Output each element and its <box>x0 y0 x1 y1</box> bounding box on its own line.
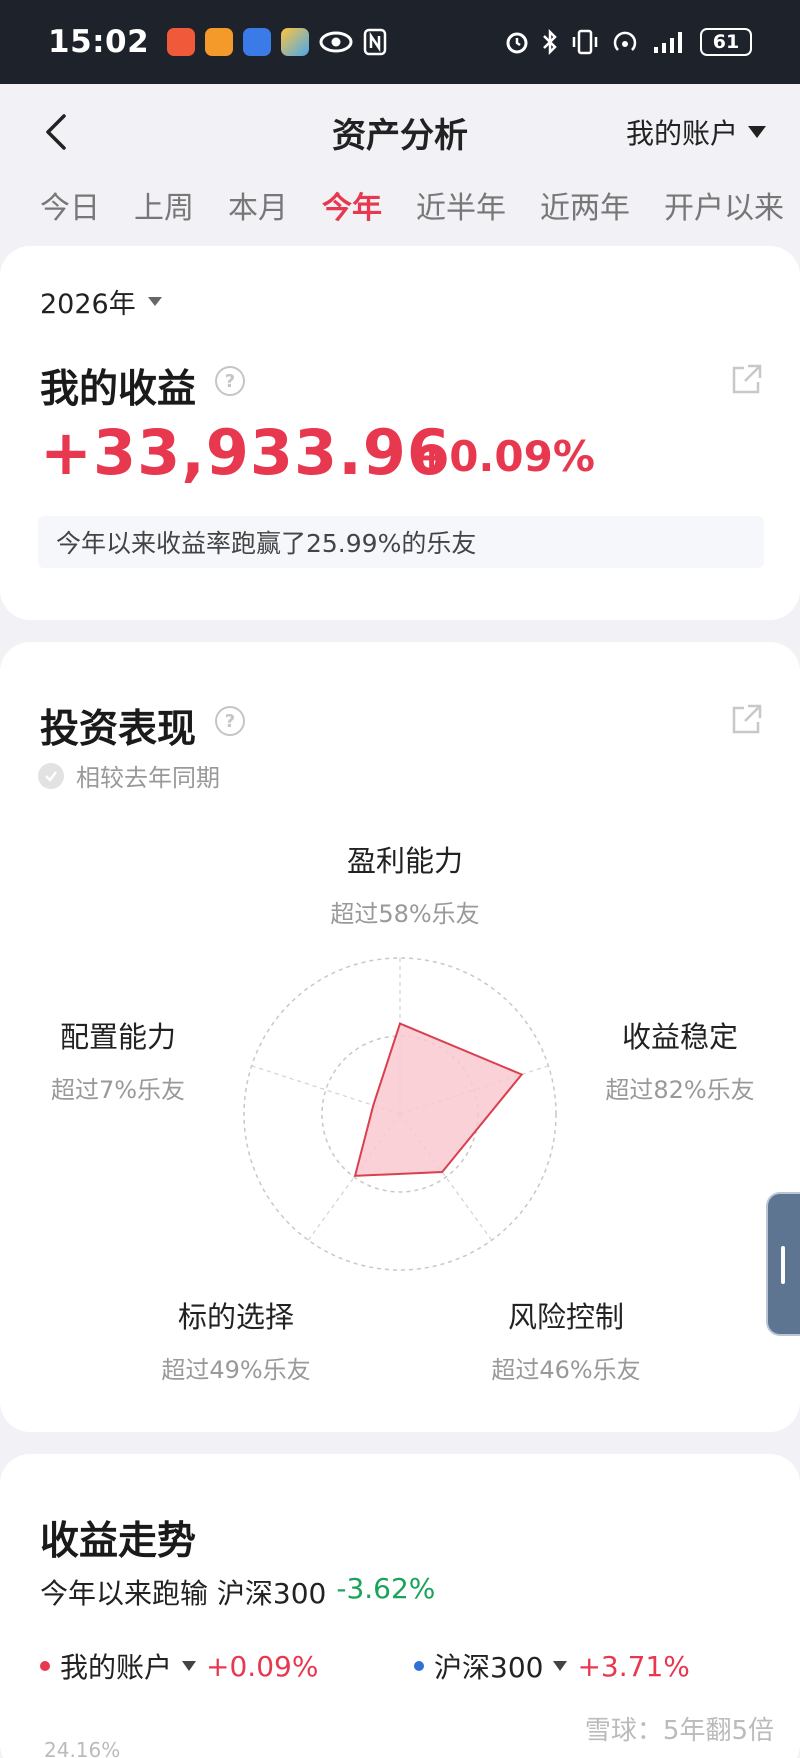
tab-this-year[interactable]: 今年 <box>322 183 382 227</box>
share-icon[interactable] <box>728 702 764 738</box>
caret-down-icon <box>748 126 766 138</box>
radar-score-polygon <box>353 1022 524 1177</box>
caret-down-icon <box>553 1661 568 1671</box>
browser-app-icon <box>243 28 272 56</box>
tab-two-years[interactable]: 近两年 <box>540 183 630 227</box>
period-tabs: 今日 上周 本月 今年 近半年 近两年 开户以来 <box>0 180 800 230</box>
account-selector-label: 我的账户 <box>625 117 738 150</box>
watermark: 雪球：5年翻5倍 <box>585 1710 774 1747</box>
nfc-icon <box>363 28 387 56</box>
signal-icon <box>654 32 682 53</box>
notification-app-icons <box>167 28 387 56</box>
beat-peers-banner: 今年以来收益率跑赢了25.99%的乐友 <box>38 516 764 568</box>
account-selector[interactable]: 我的账户 <box>626 112 766 152</box>
tab-last-week[interactable]: 上周 <box>134 183 194 227</box>
game-app-icon <box>281 28 310 56</box>
compare-last-year-toggle[interactable]: 相较去年同期 <box>38 758 220 793</box>
floating-side-handle[interactable] <box>766 1192 800 1336</box>
radar-dimension-name: 配置能力 <box>59 1020 176 1054</box>
watermark-text: 雪球：5年翻5倍 <box>584 1716 774 1746</box>
share-icon[interactable] <box>728 362 764 398</box>
status-bar: 15:02 61 <box>0 0 800 84</box>
legend-value: +3.71% <box>577 1649 690 1683</box>
year-selector-label: 2026年 <box>40 289 136 320</box>
help-icon[interactable]: ? <box>215 706 245 736</box>
radar-dimension-name: 风险控制 <box>507 1300 624 1334</box>
battery-indicator: 61 <box>700 28 752 56</box>
earnings-title: 我的收益 <box>40 367 197 412</box>
legend-name: 我的账户 <box>60 1651 173 1684</box>
app-header: 资产分析 我的账户 <box>0 84 800 180</box>
radar-dimension-percentile: 超过46%乐友 <box>491 1356 641 1384</box>
hotspot-icon <box>613 31 637 51</box>
radar-chart <box>243 957 557 1271</box>
year-selector[interactable]: 2026年 <box>40 282 162 321</box>
legend-value: +0.09% <box>206 1649 319 1683</box>
earnings-percent: +0.09% <box>414 432 595 481</box>
tab-half-year[interactable]: 近半年 <box>416 183 506 227</box>
vibrate-icon <box>572 29 598 55</box>
legend-my-account[interactable]: 我的账户 +0.09% <box>40 1646 318 1686</box>
legend-name: 沪深300 <box>434 1651 544 1684</box>
performance-card: 投资表现 ? 相较去年同期 盈利能力 超过58%乐友 收益稳定 超过82%乐友 … <box>0 642 800 1432</box>
tab-today[interactable]: 今日 <box>40 183 100 227</box>
handle-grip-icon <box>781 1246 785 1284</box>
check-icon <box>38 762 64 789</box>
system-status-icons: 61 <box>504 28 752 56</box>
bank-app-icon <box>167 28 196 56</box>
trend-card: 收益走势 今年以来跑输 沪深300 -3.62% 我的账户 +0.09% 沪深3… <box>0 1454 800 1758</box>
chat-app-icon <box>205 28 234 56</box>
earnings-amount: +33,933.96 <box>40 416 452 489</box>
trend-title: 收益走势 <box>40 1519 197 1564</box>
legend-dot-icon <box>40 1661 50 1671</box>
legend-dot-icon <box>414 1661 424 1671</box>
radar-label-profitability: 盈利能力 超过58%乐友 <box>300 838 510 929</box>
beat-peers-text: 今年以来收益率跑赢了25.99%的乐友 <box>56 529 477 558</box>
legend-csi300[interactable]: 沪深300 +3.71% <box>414 1646 690 1686</box>
radar-dimension-percentile: 超过58%乐友 <box>330 900 480 928</box>
bluetooth-icon <box>543 28 557 56</box>
caret-down-icon <box>147 297 162 306</box>
radar-dimension-name: 标的选择 <box>177 1300 294 1334</box>
status-time: 15:02 <box>48 24 150 60</box>
performance-title: 投资表现 <box>40 707 197 752</box>
radar-label-risk-control: 风险控制 超过46%乐友 <box>474 1294 658 1385</box>
radar-dimension-percentile: 超过7%乐友 <box>50 1076 186 1104</box>
tab-this-month[interactable]: 本月 <box>228 183 288 227</box>
earnings-card: 2026年 我的收益 ? +33,933.96 +0.09% 今年以来收益率跑赢… <box>0 246 800 620</box>
radar-label-allocation: 配置能力 超过7%乐友 <box>28 1014 208 1105</box>
radar-dimension-percentile: 超过82%乐友 <box>605 1076 755 1104</box>
caret-down-icon <box>182 1661 197 1671</box>
y-axis-top-tick: 24.16% <box>44 1738 121 1758</box>
trend-summary: 今年以来跑输 沪深300 -3.62% <box>40 1572 435 1612</box>
help-icon[interactable]: ? <box>215 366 245 396</box>
alarm-icon <box>506 32 528 54</box>
eye-icon <box>319 31 353 53</box>
trend-summary-prefix: 今年以来跑输 沪深300 <box>40 1577 327 1610</box>
back-arrow-icon[interactable] <box>38 108 78 156</box>
radar-dimension-name: 收益稳定 <box>621 1020 738 1054</box>
radar-dimension-percentile: 超过49%乐友 <box>161 1356 311 1384</box>
trend-summary-value: -3.62% <box>336 1572 436 1605</box>
compare-label: 相较去年同期 <box>76 764 220 792</box>
radar-label-stability: 收益稳定 超过82%乐友 <box>590 1014 770 1105</box>
radar-label-selection: 标的选择 超过49%乐友 <box>144 1294 328 1385</box>
tab-since-opening[interactable]: 开户以来 <box>664 183 784 227</box>
radar-dimension-name: 盈利能力 <box>346 844 463 878</box>
page-title: 资产分析 <box>332 115 468 156</box>
